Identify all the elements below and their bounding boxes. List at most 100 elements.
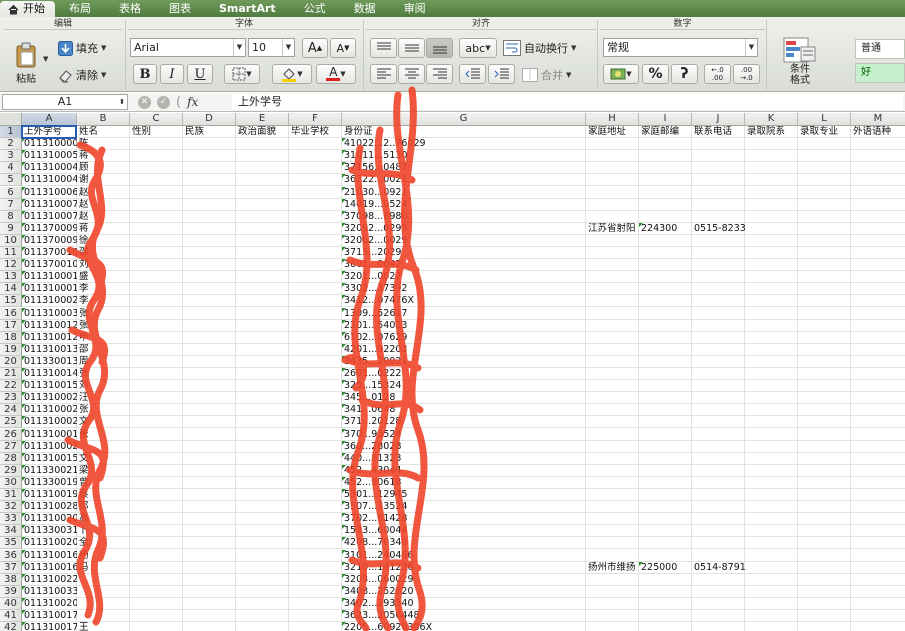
cell-a[interactable]: 011310007 bbox=[22, 198, 77, 211]
align-center-button[interactable] bbox=[398, 64, 425, 84]
row-header[interactable]: 2 bbox=[0, 138, 22, 151]
column-header-i[interactable]: I bbox=[639, 113, 692, 126]
fill-color-button[interactable]: ▼ bbox=[272, 64, 312, 84]
row-header[interactable]: 23 bbox=[0, 392, 22, 405]
cell-a[interactable]: 011310005 bbox=[22, 150, 77, 162]
cell-a[interactable]: 011330013 bbox=[22, 355, 77, 368]
cell-g[interactable]: 2205...60928306X bbox=[342, 622, 586, 631]
row-header[interactable]: 8 bbox=[0, 210, 22, 223]
cell-a[interactable]: 011310002 bbox=[22, 392, 77, 404]
column-header-c[interactable]: C bbox=[130, 113, 183, 126]
cell-b[interactable]: 赵 bbox=[77, 199, 130, 211]
row-header[interactable]: 41 bbox=[0, 610, 22, 622]
cell-g[interactable]: 3435...20021 bbox=[342, 355, 586, 368]
cell-b[interactable]: 邵 bbox=[77, 247, 130, 259]
cell-a[interactable]: 011310015 bbox=[22, 380, 77, 392]
align-right-button[interactable] bbox=[426, 64, 453, 84]
tab-3[interactable]: 图表 bbox=[155, 0, 205, 17]
cell-a[interactable]: 011310019 bbox=[22, 489, 77, 501]
cell-b[interactable]: 张 bbox=[77, 429, 130, 441]
cell-b[interactable]: 陈 bbox=[77, 138, 130, 150]
cell-i[interactable]: 家庭邮编 bbox=[639, 126, 692, 138]
row-header[interactable]: 39 bbox=[0, 585, 22, 598]
cell-b[interactable]: 姓名 bbox=[77, 126, 130, 138]
column-header-l[interactable]: L bbox=[798, 113, 851, 126]
cell-m[interactable]: 外语语种 bbox=[851, 126, 905, 138]
cell-a[interactable]: 011310020 bbox=[22, 513, 77, 525]
cell-g[interactable]: 452...43044 bbox=[342, 464, 586, 477]
cell-b[interactable]: 李 bbox=[77, 283, 130, 295]
cell-b[interactable]: 王 bbox=[77, 622, 130, 631]
row-header[interactable]: 14 bbox=[0, 283, 22, 296]
cell-b[interactable]: 邵 bbox=[77, 501, 130, 513]
cell-g[interactable]: 2201...54023 bbox=[342, 319, 586, 332]
cell-e[interactable]: 政治面貌 bbox=[236, 126, 289, 138]
row-header[interactable]: 42 bbox=[0, 622, 22, 631]
cell-i[interactable]: 225000 bbox=[639, 561, 692, 574]
cell-a[interactable]: 011310017 bbox=[22, 622, 77, 631]
row-header[interactable]: 37 bbox=[0, 561, 22, 574]
orientation-button[interactable]: abc ▼ bbox=[459, 38, 497, 58]
cell-h[interactable]: 家庭地址 bbox=[586, 126, 639, 138]
cell-g[interactable]: 3601...0042 bbox=[342, 259, 586, 271]
cell-g[interactable]: 3715...2029 bbox=[342, 247, 586, 259]
cell-g[interactable]: 3101...240466 bbox=[342, 549, 586, 562]
decrease-decimal-button[interactable]: .00 →.0 bbox=[733, 64, 760, 84]
cell-a[interactable]: 011330031 bbox=[22, 525, 77, 537]
cell-g[interactable]: 3203...060029 bbox=[342, 573, 586, 586]
cell-g[interactable]: 2601...0222 bbox=[342, 368, 586, 380]
cell-b[interactable]: 冯 bbox=[77, 562, 130, 574]
tab-5[interactable]: 公式 bbox=[290, 0, 340, 17]
cell-g[interactable]: 37156...0487 bbox=[342, 162, 586, 174]
cell-g[interactable]: 1523...60044 bbox=[342, 525, 586, 537]
column-header-d[interactable]: D bbox=[183, 113, 236, 126]
cell-g[interactable]: 341...0648 bbox=[342, 404, 586, 416]
underline-button[interactable]: U bbox=[187, 64, 213, 84]
style-good[interactable]: 好 bbox=[855, 63, 905, 83]
row-header[interactable]: 32 bbox=[0, 501, 22, 514]
cell-b[interactable]: 李 bbox=[77, 295, 130, 307]
cell-a[interactable]: 011310004 bbox=[22, 162, 77, 174]
row-header[interactable]: 22 bbox=[0, 380, 22, 393]
align-top-button[interactable] bbox=[370, 38, 397, 58]
row-header[interactable]: 11 bbox=[0, 247, 22, 259]
cell-b[interactable]: 刘 bbox=[77, 259, 130, 271]
cancel-icon[interactable]: ✕ bbox=[138, 95, 151, 109]
cell-j[interactable]: 0514-8791 bbox=[692, 562, 745, 574]
cell-k[interactable]: 录取院系 bbox=[745, 126, 798, 138]
cell-b[interactable]: 赵 bbox=[77, 187, 130, 199]
cell-b[interactable]: 张 bbox=[77, 320, 130, 332]
row-header[interactable]: 26 bbox=[0, 428, 22, 441]
percent-button[interactable]: % bbox=[642, 64, 669, 84]
merge-button[interactable]: 合并 ▼ bbox=[522, 67, 571, 83]
font-color-button[interactable]: A ▼ bbox=[316, 64, 356, 84]
cell-a[interactable]: 011310001 bbox=[22, 283, 77, 295]
cell-a[interactable]: 011370010 bbox=[22, 259, 77, 271]
shrink-font-button[interactable]: A ▼ bbox=[330, 38, 356, 58]
cell-a[interactable]: 011310012 bbox=[22, 319, 77, 332]
cell-b[interactable]: 杨 bbox=[77, 550, 130, 562]
row-header[interactable]: 21 bbox=[0, 368, 22, 380]
cell-a[interactable]: 011310020 bbox=[22, 597, 77, 610]
cell-a[interactable]: 011310007 bbox=[22, 210, 77, 223]
cell-b[interactable]: 蒋 bbox=[77, 150, 130, 162]
cell-b[interactable]: 张 bbox=[77, 308, 130, 320]
cell-g[interactable]: 1309...52617 bbox=[342, 307, 586, 320]
row-header[interactable]: 6 bbox=[0, 186, 22, 199]
cell-g[interactable]: 3507...33524 bbox=[342, 501, 586, 513]
cell-g[interactable]: 440...81323 bbox=[342, 452, 586, 465]
spreadsheet-grid[interactable]: A B C D E F G H I J K L M 1 上外学号 姓名 性别 民族 政治面貌 毕业学校 身份证 家庭地址家… bbox=[0, 113, 905, 631]
cell-a[interactable]: 011310033 bbox=[22, 585, 77, 598]
row-header[interactable]: 19 bbox=[0, 343, 22, 356]
tab-2[interactable]: 表格 bbox=[105, 0, 155, 17]
cell-g[interactable]: 325...15324 bbox=[342, 380, 586, 392]
cell-g[interactable]: 3210...141226 bbox=[342, 561, 586, 574]
row-header[interactable]: 38 bbox=[0, 573, 22, 586]
cell-g[interactable]: 31011...5130 bbox=[342, 150, 586, 162]
cell-g[interactable]: 6102...07629 bbox=[342, 331, 586, 344]
cell-g[interactable]: 32092...0295 bbox=[342, 222, 586, 235]
cell-b[interactable]: 谢 bbox=[77, 174, 130, 186]
cell-a[interactable]: 011310014 bbox=[22, 368, 77, 380]
italic-button[interactable]: I bbox=[160, 64, 184, 84]
cell-b[interactable]: 文 bbox=[77, 416, 130, 428]
